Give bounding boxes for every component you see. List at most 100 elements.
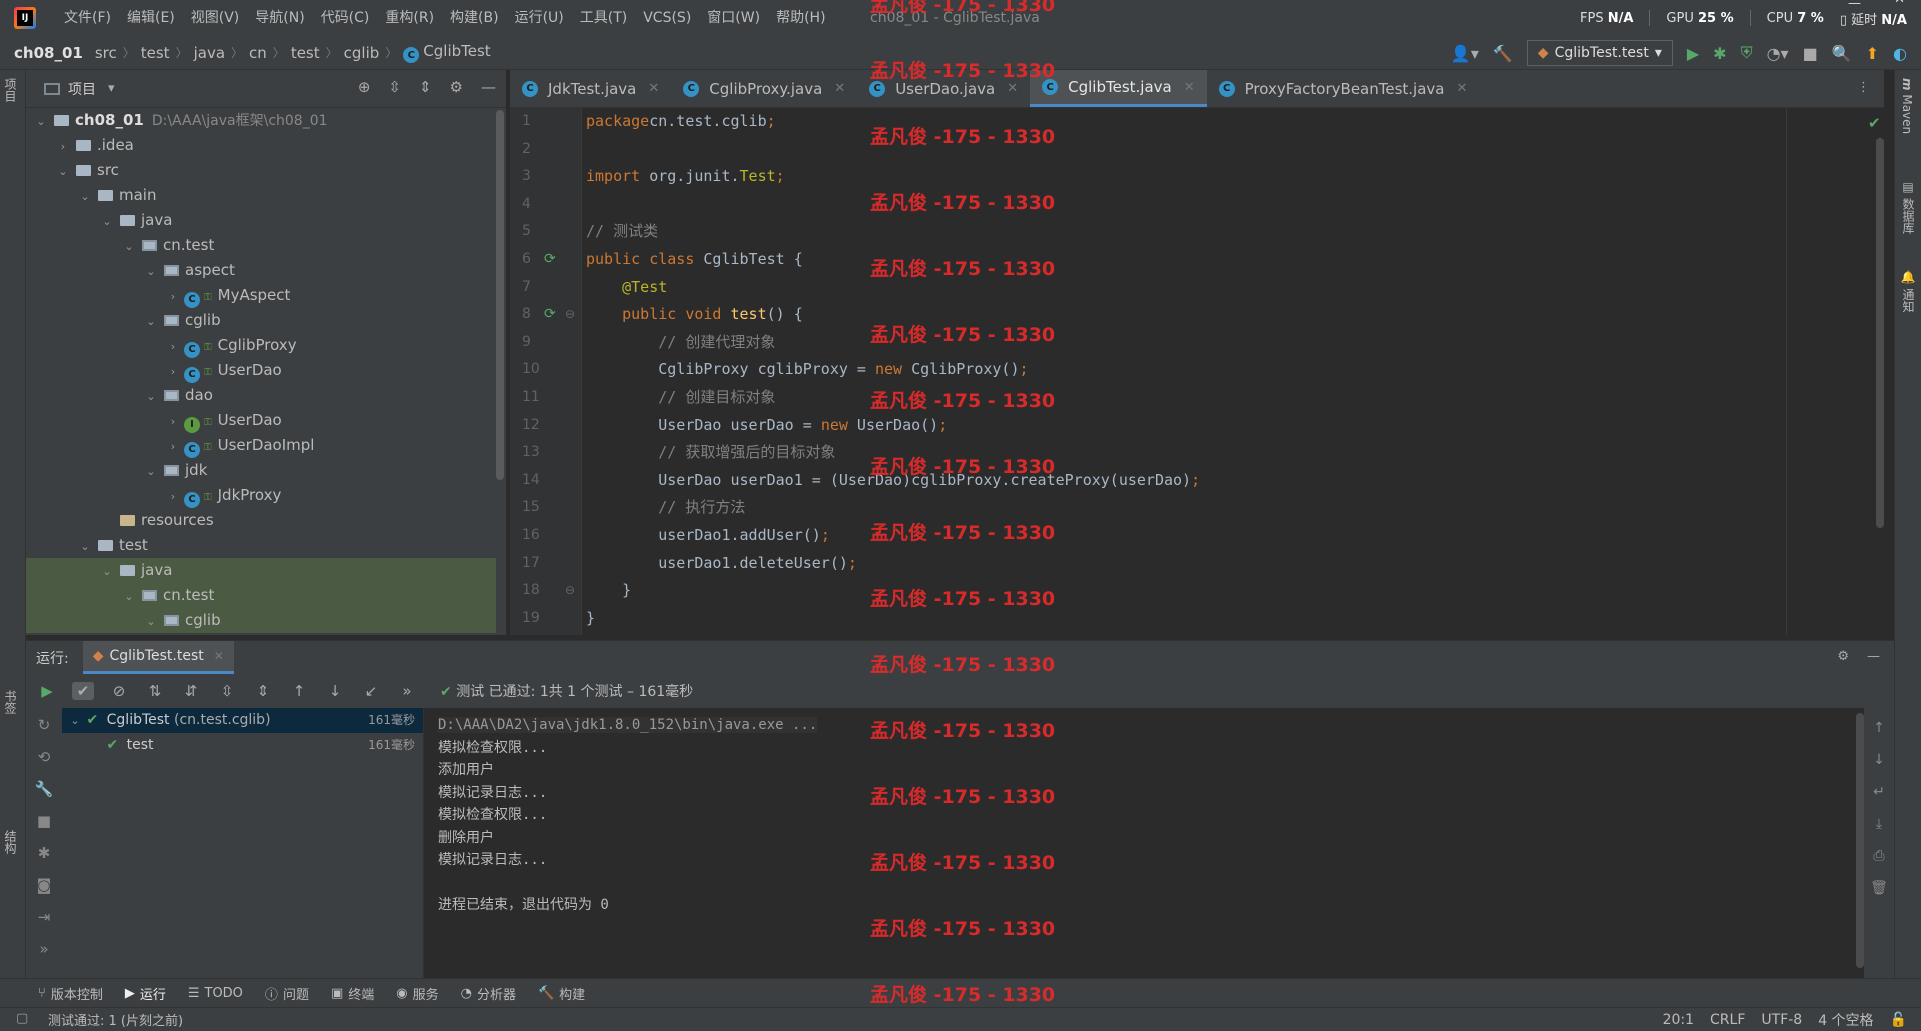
layout-icon[interactable]: ▢ [16,1011,28,1026]
chevron-right-icon[interactable]: › [166,434,180,459]
more-icon[interactable]: » [396,682,418,700]
arrow-down-icon[interactable]: ↓ [324,682,346,700]
tree-item-cglibproxy[interactable]: › C ⚿ CglibProxy [26,333,496,358]
chevron-right-icon[interactable]: › [166,409,180,434]
chevron-down-icon[interactable]: ⌄ [144,384,158,409]
run-gutter-icon[interactable]: ⟳ [544,301,556,329]
gear-icon[interactable]: ⚙ [450,78,463,96]
line-separator[interactable]: CRLF [1710,1012,1745,1028]
close-icon[interactable]: ✕ [648,81,659,96]
breadcrumb-project[interactable]: ch08_01 [0,44,89,62]
tree-item-resources[interactable]: resources [26,508,496,533]
tree-item-java[interactable]: ⌄ java [26,208,496,233]
database-tool-tab[interactable]: ▤ 数据库 [1900,180,1917,234]
chevron-down-icon[interactable]: ⌄ [144,259,158,284]
fold-icon[interactable]: ⊖ [565,301,575,329]
profile-icon[interactable]: ◔▾ [1767,44,1789,63]
tab-jdktest[interactable]: C JdkTest.java ✕ [510,70,671,107]
breadcrumb-item[interactable]: cn [243,44,273,62]
arrow-up-icon[interactable]: ↑ [1873,720,1885,736]
tab-cglibproxy[interactable]: C CglibProxy.java ✕ [671,70,857,107]
notifications-tool-tab[interactable]: 🔔 通知 [1900,270,1917,312]
status-message[interactable]: 测试通过: 1 (片刻之前) [48,1010,183,1029]
menu-tools[interactable]: 工具(T) [572,0,635,36]
tree-item-userdao[interactable]: › C ⚿ UserDao [26,358,496,383]
chevron-right-icon[interactable]: › [166,284,180,309]
run-config-select[interactable]: ◆ CglibTest.test ▾ [1526,40,1673,66]
console-output[interactable]: D:\AAA\DA2\java\jdk1.8.0_152\bin\java.ex… [424,708,1864,979]
chevron-down-icon[interactable]: ▾ [108,81,115,96]
tree-item-cn-test[interactable]: ⌄ cn.test [26,583,496,608]
tab-profiler[interactable]: ◔ 分析器 [461,984,516,1003]
test-case-row[interactable]: ✔ test 161毫秒 [62,733,423,758]
tree-item-main[interactable]: ⌄ main [26,183,496,208]
chevron-down-icon[interactable]: ⌄ [144,609,158,634]
caret-position[interactable]: 20:1 [1663,1012,1694,1028]
menu-navigate[interactable]: 导航(N) [247,0,312,36]
user-icon[interactable]: 👤▾ [1451,44,1479,63]
soft-wrap-icon[interactable]: ↵ [1873,784,1885,800]
tree-item-cglib[interactable]: ⌄ cglib [26,308,496,333]
menu-view[interactable]: 视图(V) [183,0,248,36]
expand-all-icon[interactable]: ⇳ [216,682,238,700]
project-panel-title[interactable]: 项目 [68,79,96,99]
tree-item-aspect[interactable]: ⌄ aspect [26,258,496,283]
chevron-down-icon[interactable]: ⌄ [68,708,82,733]
exit-icon[interactable]: ⇥ [38,908,51,926]
breadcrumb-item[interactable]: cglib [338,44,386,62]
arrow-down-icon[interactable]: ↓ [1873,752,1885,768]
chevron-right-icon[interactable]: › [166,359,180,384]
chevron-down-icon[interactable]: ⌄ [34,109,48,134]
tab-build[interactable]: 🔨 构建 [538,984,585,1003]
tab-todo[interactable]: ☰ TODO [188,986,243,1001]
tree-item-jdkproxy[interactable]: › C ⚿ JdkProxy [26,483,496,508]
tree-item--idea[interactable]: › .idea [26,133,496,158]
structure-tool-tab[interactable]: 结构 [2,830,19,854]
show-passed-icon[interactable]: ✔ [72,682,94,700]
tab-run-config[interactable]: ◆ CglibTest.test ✕ [82,641,234,674]
chevron-down-icon[interactable]: ⌄ [122,584,136,609]
trash-icon[interactable]: 🗑 [1870,880,1888,896]
breadcrumb-class[interactable]: C CglibTest [397,42,496,64]
minimize-icon[interactable]: — [1848,0,1861,11]
update-icon[interactable]: ⬆ [1866,44,1879,63]
code-editor[interactable]: packagecn.test.cglib; import org.junit.T… [582,108,1884,635]
more-icon[interactable]: ⋮ [1857,80,1870,95]
show-ignored-icon[interactable]: ⊘ [108,682,130,700]
menu-help[interactable]: 帮助(H) [768,0,833,36]
tree-item-jdk[interactable]: ⌄ jdk [26,458,496,483]
tree-item-cglib[interactable]: ⌄ cglib [26,608,496,633]
chevron-down-icon[interactable]: ⌄ [122,234,136,259]
bookmarks-tool-tab[interactable]: 书签 [2,690,19,714]
breadcrumb-item[interactable]: java [188,44,231,62]
test-suite-row[interactable]: ⌄ ✔ CglibTest (cn.test.cglib) 161毫秒 [62,708,423,733]
tree-item-myaspect[interactable]: › C ⚿ MyAspect [26,283,496,308]
stop-icon[interactable]: ■ [37,812,51,830]
gear-icon[interactable]: ⚙ [1837,649,1849,664]
chevron-down-icon[interactable]: ⌄ [78,184,92,209]
menu-vcs[interactable]: VCS(S) [635,0,699,36]
chevron-down-icon[interactable]: ⌄ [56,159,70,184]
tree-scrollbar[interactable] [496,110,504,480]
tab-userdao[interactable]: C UserDao.java ✕ [857,70,1030,107]
wrench-icon[interactable]: 🔧 [35,780,54,798]
tab-services[interactable]: ◉ 服务 [396,984,438,1003]
menu-window[interactable]: 窗口(W) [699,0,768,36]
rerun-failed-icon[interactable]: ↻ [38,716,51,734]
tab-terminal[interactable]: ▣ 终端 [331,984,374,1003]
menu-file[interactable]: 文件(F) [56,0,119,36]
tree-item-java[interactable]: ⌄ java [26,558,496,583]
tab-problems[interactable]: ⓘ 问题 [265,984,309,1003]
chevron-down-icon[interactable]: ⌄ [78,534,92,559]
sort-duration-icon[interactable]: ⇵ [180,682,202,700]
chevron-right-icon[interactable]: › [166,334,180,359]
tree-item-src[interactable]: ⌄ src [26,158,496,183]
menu-edit[interactable]: 编辑(E) [119,0,183,36]
chevron-down-icon[interactable]: ⌄ [100,559,114,584]
maven-tool-tab[interactable]: m Maven [1900,78,1914,134]
tree-item-userdaoimpl[interactable]: › C ⚿ UserDaoImpl [26,433,496,458]
tree-item-cn-test[interactable]: ⌄ cn.test [26,233,496,258]
print-icon[interactable]: ⎙ [1873,848,1884,864]
run-icon[interactable]: ▶ [1687,44,1699,63]
close-icon[interactable]: ✕ [834,81,845,96]
